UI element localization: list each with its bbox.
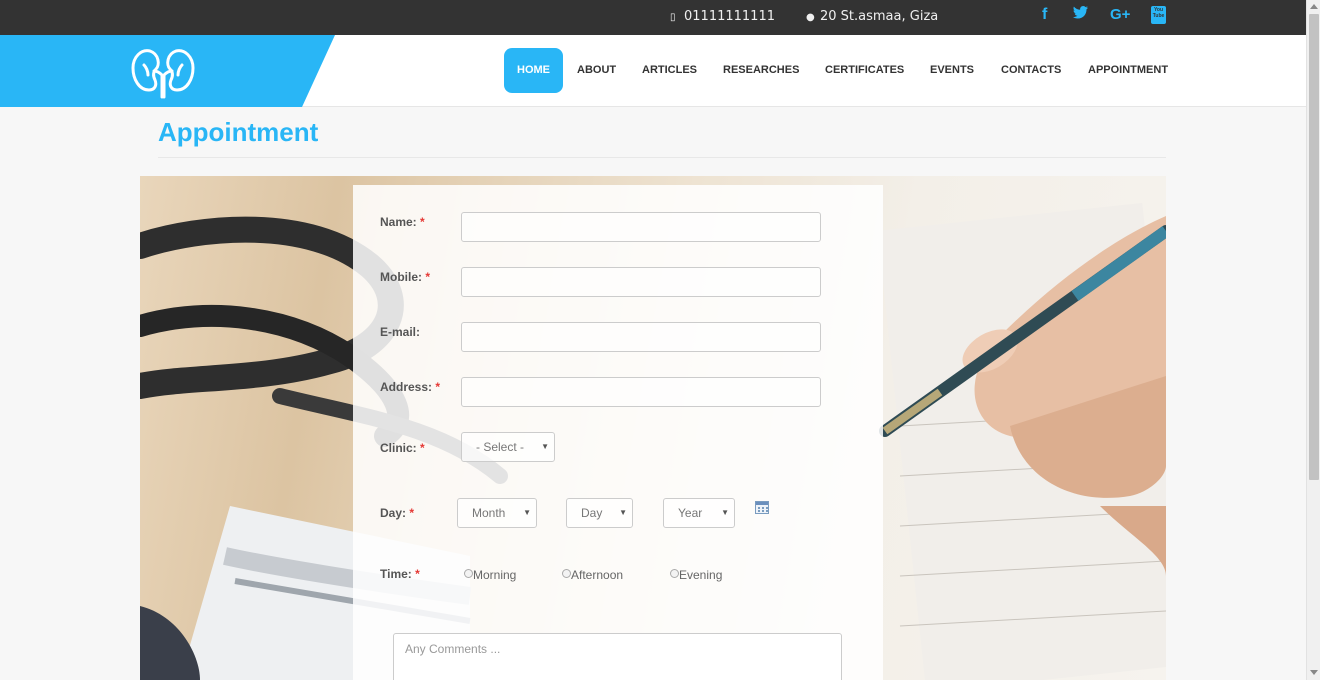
day-select-value: Day bbox=[581, 506, 603, 520]
address-input[interactable] bbox=[461, 377, 821, 407]
email-label: E-mail: bbox=[380, 325, 421, 339]
nav-researches[interactable]: RESEARCHES bbox=[723, 48, 799, 93]
required-mark: * bbox=[415, 567, 420, 581]
time-option-afternoon[interactable]: Afternoon bbox=[562, 568, 623, 582]
title-divider bbox=[158, 157, 1166, 158]
radio-button[interactable] bbox=[562, 569, 571, 578]
scroll-up-arrow-icon[interactable] bbox=[1310, 4, 1318, 9]
appointment-form: Name: * Mobile: * E-mail: Address: * Cli… bbox=[353, 185, 883, 680]
time-option-label: Evening bbox=[679, 568, 723, 582]
day-label: Day: * bbox=[380, 506, 415, 520]
mobile-label: Mobile: * bbox=[380, 270, 431, 284]
top-bar: ▯ 01111111111 ● 20 St.asmaa, Giza f G+ You… bbox=[0, 0, 1306, 35]
nav-home[interactable]: HOME bbox=[504, 48, 563, 93]
scroll-down-arrow-icon[interactable] bbox=[1310, 670, 1318, 675]
site-header: HOME ABOUT ARTICLES RESEARCHES CERTIFICA… bbox=[0, 35, 1306, 107]
nav-articles[interactable]: ARTICLES bbox=[642, 48, 697, 93]
year-select-value: Year bbox=[678, 506, 703, 520]
calendar-icon[interactable] bbox=[755, 501, 769, 514]
month-select-value: Month bbox=[472, 506, 506, 520]
facebook-icon[interactable]: f bbox=[1042, 6, 1047, 24]
clinic-label: Clinic: * bbox=[380, 441, 425, 455]
twitter-icon[interactable] bbox=[1073, 6, 1088, 24]
chevron-down-icon: ▼ bbox=[619, 508, 627, 517]
radio-button[interactable] bbox=[670, 569, 679, 578]
day-select[interactable]: Day ▼ bbox=[566, 498, 633, 528]
google-plus-icon[interactable]: G+ bbox=[1110, 6, 1130, 23]
address-info: ● 20 St.asmaa, Giza bbox=[806, 9, 938, 24]
time-option-morning[interactable]: Morning bbox=[464, 568, 516, 582]
page-title: Appointment bbox=[158, 117, 319, 147]
radio-button[interactable] bbox=[464, 569, 473, 578]
address-label: Address: * bbox=[380, 380, 441, 394]
name-input[interactable] bbox=[461, 212, 821, 242]
mobile-phone-icon: ▯ bbox=[670, 12, 676, 23]
month-select[interactable]: Month ▼ bbox=[457, 498, 537, 528]
clinic-select[interactable]: - Select - ▼ bbox=[461, 432, 555, 462]
youtube-icon[interactable]: You Tube bbox=[1151, 6, 1166, 24]
comments-textarea[interactable]: Any Comments ... bbox=[393, 633, 842, 680]
time-option-label: Afternoon bbox=[571, 568, 624, 582]
clinic-select-value: - Select - bbox=[476, 440, 525, 454]
required-mark: * bbox=[435, 380, 441, 394]
required-mark: * bbox=[425, 270, 431, 284]
mobile-input[interactable] bbox=[461, 267, 821, 297]
nav-about[interactable]: ABOUT bbox=[577, 48, 616, 93]
time-label: Time: * bbox=[380, 567, 420, 581]
name-label: Name: * bbox=[380, 215, 425, 229]
time-option-evening[interactable]: Evening bbox=[670, 568, 722, 582]
required-mark: * bbox=[420, 215, 425, 229]
kidney-icon[interactable] bbox=[130, 47, 196, 99]
phone-info: ▯ 01111111111 bbox=[670, 9, 775, 24]
page-scrollbar[interactable] bbox=[1306, 0, 1320, 680]
address-text: 20 St.asmaa, Giza bbox=[820, 9, 939, 24]
phone-number: 01111111111 bbox=[684, 9, 775, 24]
email-input[interactable] bbox=[461, 322, 821, 352]
chevron-down-icon: ▼ bbox=[541, 442, 549, 451]
required-mark: * bbox=[420, 441, 425, 455]
required-mark: * bbox=[409, 506, 415, 520]
chevron-down-icon: ▼ bbox=[721, 508, 729, 517]
nav-appointment[interactable]: APPOINTMENT bbox=[1088, 48, 1168, 93]
nav-certificates[interactable]: CERTIFICATES bbox=[825, 48, 904, 93]
time-option-label: Morning bbox=[473, 568, 517, 582]
chevron-down-icon: ▼ bbox=[523, 508, 531, 517]
comments-placeholder: Any Comments ... bbox=[405, 642, 501, 656]
nav-events[interactable]: EVENTS bbox=[930, 48, 974, 93]
scrollbar-thumb[interactable] bbox=[1309, 14, 1319, 480]
year-select[interactable]: Year ▼ bbox=[663, 498, 735, 528]
nav-contacts[interactable]: CONTACTS bbox=[1001, 48, 1061, 93]
map-marker-icon: ● bbox=[806, 12, 815, 23]
